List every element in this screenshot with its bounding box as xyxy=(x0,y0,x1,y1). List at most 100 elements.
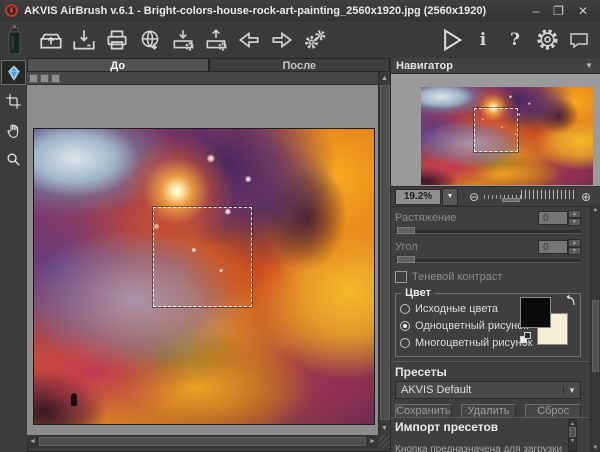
airbrush-mode-tool[interactable] xyxy=(1,60,26,85)
zoom-magnifier-tool[interactable] xyxy=(1,147,26,172)
foreground-color-swatch[interactable] xyxy=(520,297,551,328)
undo-button[interactable] xyxy=(234,25,264,55)
minimize-button[interactable]: – xyxy=(532,4,539,18)
swap-colors-icon[interactable] xyxy=(564,295,576,307)
zoom-slider[interactable] xyxy=(484,191,576,202)
navigator-title: Навигатор xyxy=(391,60,453,72)
color-option-monochrome[interactable]: Одноцветный рисунок xyxy=(400,317,533,334)
hints-title: Импорт пресетов xyxy=(395,420,589,436)
navigator-collapse-icon[interactable]: ▼ xyxy=(585,61,600,70)
radio-icon[interactable] xyxy=(400,338,410,348)
strip-handle[interactable] xyxy=(40,74,49,83)
settings-scroll-thumb[interactable] xyxy=(592,300,599,372)
zoom-value-field[interactable]: 19.2% xyxy=(395,189,441,205)
strip-handle[interactable] xyxy=(29,74,38,83)
selection-marquee[interactable] xyxy=(153,207,252,307)
strip-handle[interactable] xyxy=(51,74,60,83)
angle-slider[interactable] xyxy=(395,256,581,264)
canvas-vertical-scrollbar[interactable]: ▲ ▼ xyxy=(378,72,390,435)
preferences-button[interactable] xyxy=(532,25,562,55)
canvas-top-strip[interactable] xyxy=(27,72,378,85)
view-tabs: До После xyxy=(27,58,390,72)
info-button[interactable]: i xyxy=(468,25,498,55)
settings-scrollbar[interactable]: ▲ ▼ xyxy=(590,205,600,452)
preset-dropdown[interactable]: AKVIS Default ▼ xyxy=(395,381,581,399)
silhouette-figure xyxy=(71,393,77,406)
run-processing-button[interactable] xyxy=(436,25,466,55)
window-title: AKVIS AirBrush v.6.1 - Bright-colors-hou… xyxy=(24,5,486,17)
scroll-up-arrow[interactable]: ▲ xyxy=(379,73,390,84)
zoom-slider-ticks xyxy=(521,190,576,199)
open-image-button[interactable] xyxy=(36,25,66,55)
stretch-spinner[interactable]: ▲▼ xyxy=(568,210,581,226)
slider-track xyxy=(395,259,581,263)
akvis-logo-icon xyxy=(5,4,18,17)
hints-scroll-down[interactable]: ▼ xyxy=(569,437,576,444)
photo-before-view[interactable] xyxy=(33,128,375,425)
vertical-scroll-thumb[interactable] xyxy=(380,85,390,420)
canvas-horizontal-scrollbar[interactable]: ◄ ► xyxy=(27,435,378,448)
stretch-slider-thumb[interactable] xyxy=(397,227,415,234)
navigator-view-frame[interactable] xyxy=(474,108,518,152)
airbrush-can-icon xyxy=(3,24,25,56)
close-button[interactable]: ✕ xyxy=(578,4,588,18)
title-bar[interactable]: AKVIS AirBrush v.6.1 - Bright-colors-hou… xyxy=(0,0,600,22)
batch-processing-button[interactable] xyxy=(300,25,330,55)
save-image-button[interactable] xyxy=(69,25,99,55)
redo-button[interactable] xyxy=(267,25,297,55)
stretch-value-field[interactable]: 0 xyxy=(538,211,568,225)
scroll-left-arrow[interactable]: ◄ xyxy=(27,436,38,447)
tab-after[interactable]: После xyxy=(209,58,391,72)
color-swatches xyxy=(520,297,574,353)
angle-label: Угол xyxy=(395,241,418,253)
slider-track xyxy=(395,230,581,234)
maximize-button[interactable]: ❐ xyxy=(553,4,564,18)
default-colors-icon[interactable] xyxy=(520,332,532,344)
hints-scroll-up[interactable]: ▲ xyxy=(569,420,576,427)
radio-icon-selected[interactable] xyxy=(400,321,410,331)
zoom-in-button[interactable]: ⊕ xyxy=(578,190,594,204)
zoom-dropdown-arrow[interactable]: ▼ xyxy=(442,188,458,206)
import-presets-file-button[interactable] xyxy=(168,25,198,55)
tab-before[interactable]: До xyxy=(27,58,209,72)
settings-scroll-down[interactable]: ▼ xyxy=(591,443,600,452)
zoom-slider-thumb[interactable] xyxy=(502,198,520,202)
feedback-button[interactable] xyxy=(564,25,594,55)
settings-scroll-up[interactable]: ▲ xyxy=(591,205,600,214)
settings-panel: Растяжение 0 ▲▼ Угол 0 ▲▼ Теневой контра… xyxy=(391,206,589,361)
color-group-label: Цвет xyxy=(401,287,435,299)
color-option-multicolor[interactable]: Многоцветный рисунок xyxy=(400,334,533,351)
angle-value-field[interactable]: 0 xyxy=(538,240,568,254)
preset-selected-value: AKVIS Default xyxy=(396,384,563,396)
image-canvas[interactable] xyxy=(27,85,378,435)
shadow-contrast-checkbox[interactable] xyxy=(395,271,407,283)
navigator-preview-area[interactable] xyxy=(391,74,600,187)
export-presets-file-button[interactable] xyxy=(201,25,231,55)
color-option-label: Многоцветный рисунок xyxy=(415,337,533,349)
preset-dropdown-arrow[interactable]: ▼ xyxy=(563,386,580,395)
hints-scroll-thumb[interactable] xyxy=(569,427,576,437)
help-button[interactable]: ? xyxy=(500,25,530,55)
stretch-slider[interactable] xyxy=(395,227,581,235)
zoom-controls: 19.2% ▼ ⊖ ⊕ xyxy=(391,187,600,207)
horizontal-scroll-thumb[interactable] xyxy=(39,437,366,446)
stretch-label: Растяжение xyxy=(395,212,456,224)
zoom-out-button[interactable]: ⊖ xyxy=(466,190,482,204)
angle-slider-thumb[interactable] xyxy=(397,256,415,263)
export-to-web-button[interactable] xyxy=(135,25,165,55)
radio-icon[interactable] xyxy=(400,304,410,314)
scroll-down-arrow[interactable]: ▼ xyxy=(379,423,390,434)
color-option-original[interactable]: Исходные цвета xyxy=(400,300,533,317)
color-option-label: Исходные цвета xyxy=(415,303,498,315)
angle-spinner[interactable]: ▲▼ xyxy=(568,239,581,255)
scroll-right-arrow[interactable]: ► xyxy=(367,436,378,447)
crop-tool[interactable] xyxy=(1,89,26,114)
navigator-thumbnail[interactable] xyxy=(421,87,593,185)
hand-pan-tool[interactable] xyxy=(1,118,26,143)
resize-grip[interactable] xyxy=(378,435,390,448)
navigator-header[interactable]: Навигатор ▼ xyxy=(391,58,600,74)
print-button[interactable] xyxy=(102,25,132,55)
hints-scrollbar[interactable]: ▲ ▼ xyxy=(568,419,577,452)
shadow-contrast-label: Теневой контраст xyxy=(412,271,502,283)
presets-section: Пресеты AKVIS Default ▼ Сохранить Удалит… xyxy=(391,361,589,421)
